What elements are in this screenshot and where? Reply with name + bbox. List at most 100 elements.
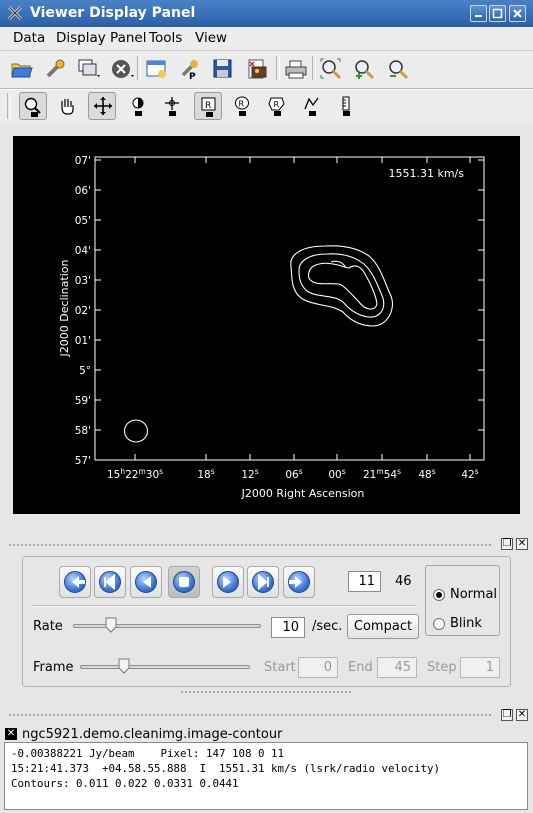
contrast-tool-button[interactable] xyxy=(124,92,152,120)
ellipse-region-button[interactable]: R xyxy=(228,92,256,120)
save-image-button[interactable] xyxy=(243,55,271,83)
normal-radio[interactable] xyxy=(433,589,445,601)
close-icon: ✕ xyxy=(6,728,16,739)
panel-settings-icon xyxy=(146,60,166,78)
zoom-fit-button[interactable] xyxy=(317,55,345,83)
rate-label: Rate xyxy=(33,619,63,634)
x-tick-label: 06s xyxy=(285,467,302,481)
casa-x-icon xyxy=(7,5,23,21)
frame-slider[interactable] xyxy=(80,665,250,669)
main-toolbar: P xyxy=(0,51,533,88)
ellipse-region-icon: R xyxy=(235,96,249,116)
panel-settings-button[interactable] xyxy=(143,55,171,83)
to-end-icon xyxy=(289,576,302,588)
x-tick-label: 21m54s xyxy=(363,467,401,481)
zoom-out-icon xyxy=(389,60,409,80)
animator-float-button[interactable]: ❐ xyxy=(501,538,513,550)
output-float-button[interactable]: ❐ xyxy=(501,709,513,721)
y-tick-label: 02' xyxy=(75,305,91,317)
menu-view[interactable]: View xyxy=(195,30,227,46)
animator-close-button[interactable]: ✕ xyxy=(516,538,528,550)
start-label: Start xyxy=(264,660,296,675)
close-panel-button[interactable] xyxy=(108,55,136,83)
save-button[interactable] xyxy=(209,55,237,83)
zoom-tool-button[interactable] xyxy=(19,92,47,120)
open-data-button[interactable] xyxy=(8,55,36,83)
print-button[interactable] xyxy=(282,55,310,83)
end-input[interactable]: 45 xyxy=(377,657,417,678)
svg-text:R: R xyxy=(205,101,211,111)
polygon-region-icon: R xyxy=(268,97,285,116)
frame-number-input[interactable]: 11 xyxy=(348,571,381,592)
svg-text:R: R xyxy=(274,100,280,109)
zoom-in-button[interactable] xyxy=(350,55,378,83)
stop-button[interactable] xyxy=(168,566,200,598)
svg-text:P: P xyxy=(189,72,196,80)
mouse-tools-toolbar: R R R xyxy=(0,90,533,124)
close-window-button[interactable] xyxy=(509,5,526,22)
close-icon: ✕ xyxy=(517,538,527,549)
ruler-tool-button[interactable] xyxy=(332,92,360,120)
move-tool-button[interactable] xyxy=(88,92,116,120)
y-tick-label: 59' xyxy=(75,395,91,407)
polyline-tool-button[interactable] xyxy=(298,92,326,120)
x-tick-label: 12s xyxy=(241,467,258,481)
step-label: Step xyxy=(427,660,457,675)
new-panel-button[interactable] xyxy=(74,55,102,83)
window-titlebar[interactable]: Viewer Display Panel xyxy=(0,0,533,27)
menu-data[interactable]: Data xyxy=(13,30,45,46)
to-end-button[interactable] xyxy=(283,566,315,598)
save-icon xyxy=(213,59,232,78)
svg-text:R: R xyxy=(239,100,245,109)
compact-button[interactable]: Compact xyxy=(347,614,419,639)
contrast-icon xyxy=(132,97,144,116)
position-tracking-output: -0.00388221 Jy/beam Pixel: 147 108 0 11 1… xyxy=(4,742,528,810)
start-input[interactable]: 0 xyxy=(298,657,338,678)
polygon-region-button[interactable]: R xyxy=(263,92,291,120)
step-forward-button[interactable] xyxy=(212,566,244,598)
step-back-button[interactable] xyxy=(130,566,162,598)
float-icon: ❐ xyxy=(502,538,512,549)
fast-forward-icon xyxy=(258,573,269,591)
menu-tools[interactable]: Tools xyxy=(149,30,182,46)
rectangle-region-button[interactable]: R xyxy=(194,92,222,120)
wrench-icon xyxy=(46,59,65,78)
y-tick-label: 04' xyxy=(75,245,91,257)
x-tick-label: 48s xyxy=(418,467,435,481)
data-options-button[interactable] xyxy=(41,55,69,83)
output-close-button[interactable]: ✕ xyxy=(516,709,528,721)
frame-slider-handle[interactable] xyxy=(118,658,130,674)
maximize-button[interactable] xyxy=(489,5,506,22)
step-input[interactable]: 1 xyxy=(460,657,500,678)
float-icon: ❐ xyxy=(502,709,512,720)
to-start-button[interactable] xyxy=(59,566,91,598)
plot-frame xyxy=(94,156,485,461)
menu-display-panel[interactable]: Display Panel xyxy=(56,30,146,46)
rewind-button[interactable] xyxy=(94,566,126,598)
step-back-icon xyxy=(143,576,151,588)
x-tick-label: 42s xyxy=(461,467,478,481)
zoom-out-button[interactable] xyxy=(384,55,412,83)
output-panel-title: ngc5921.demo.cleanimg.image-contour xyxy=(22,727,283,742)
close-icon xyxy=(513,9,522,18)
output-line: 15:21:41.373 +04.58.55.888 I 1551.31 km/… xyxy=(11,762,441,775)
fast-forward-button[interactable] xyxy=(247,566,279,598)
x-tick-label: 18s xyxy=(197,467,214,481)
save-image-icon xyxy=(248,59,267,79)
x-tick-label: 00s xyxy=(328,467,345,481)
y-tick-label: 05' xyxy=(75,215,91,227)
rate-input[interactable]: 10 xyxy=(271,617,305,638)
print-setup-icon: P xyxy=(181,60,198,80)
minimize-button[interactable] xyxy=(470,5,487,22)
polyline-icon xyxy=(304,97,319,116)
rate-slider-handle[interactable] xyxy=(105,617,117,633)
contour-lines xyxy=(123,245,393,443)
print-setup-button[interactable]: P xyxy=(176,55,204,83)
output-panel-close-button[interactable]: ✕ xyxy=(5,728,17,740)
image-display-canvas[interactable]: 07' 06' 05' 04' 03' 02' 01' 5° 59' 58' 57' 15h22m3… xyxy=(13,136,520,514)
pan-tool-button[interactable] xyxy=(54,92,82,120)
close-panel-icon xyxy=(112,60,134,78)
crosshair-tool-button[interactable] xyxy=(158,92,186,120)
rate-slider[interactable] xyxy=(73,624,261,628)
blink-radio[interactable] xyxy=(433,618,445,630)
